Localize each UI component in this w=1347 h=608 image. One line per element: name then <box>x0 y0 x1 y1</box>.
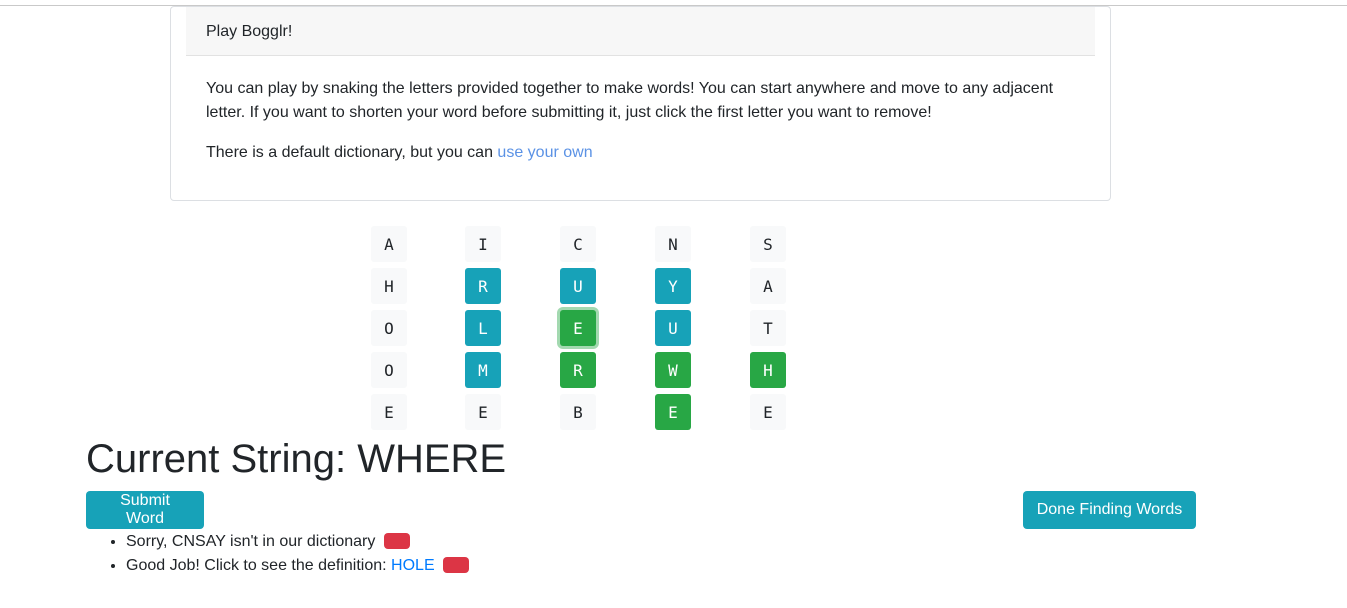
instructions-card: Play Bogglr! You can play by snaking the… <box>170 6 1111 201</box>
letter-tile[interactable]: H <box>371 268 407 304</box>
page-title: Play Bogglr! <box>206 23 293 40</box>
letter-tile[interactable]: C <box>560 226 596 262</box>
letter-tile[interactable]: A <box>750 268 786 304</box>
letter-tile[interactable]: E <box>465 394 501 430</box>
letter-tile[interactable]: W <box>655 352 691 388</box>
list-item: Sorry, CNSAY isn't in our dictionary <box>126 530 469 554</box>
definition-link[interactable]: HOLE <box>391 557 435 574</box>
letter-tile[interactable]: U <box>560 268 596 304</box>
letter-tile[interactable]: E <box>750 394 786 430</box>
letter-tile[interactable]: B <box>560 394 596 430</box>
letter-tile[interactable]: E <box>560 310 596 346</box>
dictionary-text-prefix: There is a default dictionary, but you c… <box>206 144 498 161</box>
message-text: Sorry, CNSAY isn't in our dictionary <box>126 533 376 550</box>
letter-tile[interactable]: E <box>655 394 691 430</box>
use-your-own-link[interactable]: use your own <box>497 144 592 161</box>
instructions-text: You can play by snaking the letters prov… <box>206 80 1054 121</box>
letter-tile[interactable]: O <box>371 352 407 388</box>
letter-tile[interactable]: L <box>465 310 501 346</box>
letter-tile[interactable]: E <box>371 394 407 430</box>
letter-tile[interactable]: Y <box>655 268 691 304</box>
letter-tile[interactable]: T <box>750 310 786 346</box>
letter-tile[interactable]: O <box>371 310 407 346</box>
letter-tile[interactable]: R <box>465 268 501 304</box>
done-finding-words-button[interactable]: Done Finding Words <box>1023 491 1196 529</box>
dictionary-text: There is a default dictionary, but you c… <box>206 141 1076 165</box>
remove-message-button[interactable] <box>443 557 470 573</box>
submit-word-button[interactable]: Submit Word <box>86 491 204 529</box>
current-string: Current String: WHERE <box>86 437 507 481</box>
letter-tile[interactable]: R <box>560 352 596 388</box>
card-header: Play Bogglr! <box>186 7 1095 56</box>
message-text: Good Job! Click to see the definition: <box>126 557 392 574</box>
letter-tile[interactable]: U <box>655 310 691 346</box>
letter-tile[interactable]: M <box>465 352 501 388</box>
list-item: Good Job! Click to see the definition: H… <box>126 554 470 578</box>
letter-tile[interactable]: I <box>465 226 501 262</box>
letter-tile[interactable]: H <box>750 352 786 388</box>
letter-tile[interactable]: S <box>750 226 786 262</box>
remove-message-button[interactable] <box>383 533 410 549</box>
message-list: Sorry, CNSAY isn't in our dictionary Goo… <box>86 530 470 578</box>
letter-tile[interactable]: N <box>655 226 691 262</box>
letter-tile[interactable]: A <box>371 226 407 262</box>
